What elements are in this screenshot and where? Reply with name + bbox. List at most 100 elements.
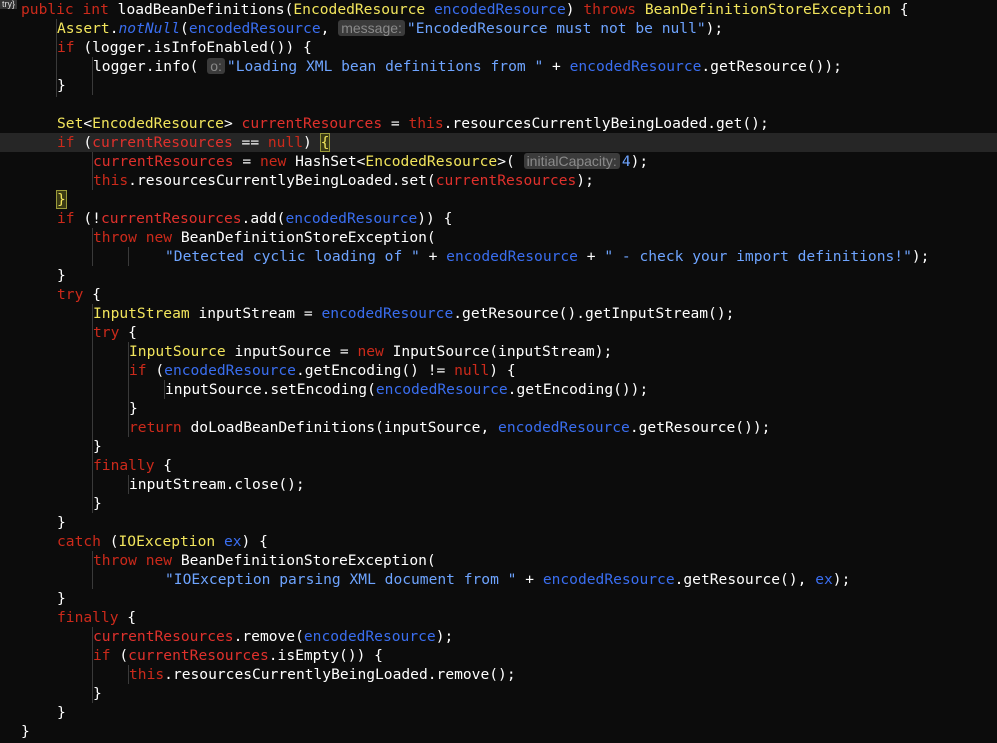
code-line[interactable]: if (!currentResources.add(encodedResourc… [0,209,997,228]
code-line[interactable]: logger.info( o: "Loading XML bean definit… [0,57,997,76]
code-token: } [93,685,102,702]
code-line-content: Assert.notNull(encodedResource, message:… [57,19,723,38]
code-line[interactable]: finally { [0,456,997,475]
code-token: if [57,134,84,151]
code-line[interactable]: if (currentResources == null) { [0,133,997,152]
code-line[interactable]: try { [0,285,997,304]
code-line-content: } [93,684,102,703]
code-token: ( [83,134,93,151]
code-token: } [57,514,66,531]
code-token: null [454,362,490,379]
code-token: ) [303,134,321,151]
code-token: == [241,134,268,151]
code-line[interactable]: currentResources = new HashSet<EncodedRe… [0,152,997,171]
parameter-hint: o: [207,58,225,74]
code-line[interactable]: this.resourcesCurrentlyBeingLoaded.set(c… [0,171,997,190]
code-line[interactable]: } [0,266,997,285]
code-line[interactable]: } [0,76,997,95]
code-token: currentResources [92,134,242,151]
code-line-content: logger.info( o: "Loading XML bean definit… [93,57,842,76]
code-token: "Detected cyclic loading of " [165,248,429,265]
code-token: notNull [118,20,181,37]
code-line-content: this.resourcesCurrentlyBeingLoaded.set(c… [93,171,594,190]
code-token: .isEmpty()) { [268,647,383,664]
code-line[interactable]: } [0,589,997,608]
parameter-hint: initialCapacity: [523,153,620,169]
code-line[interactable]: } [0,513,997,532]
code-line[interactable]: "IOException parsing XML document from "… [0,570,997,589]
code-line[interactable]: InputSource inputSource = new InputSourc… [0,342,997,361]
code-token: this [129,666,165,683]
code-token: BeanDefinitionStoreException [644,1,900,18]
code-token: = [242,153,260,170]
code-token: this [93,172,129,189]
code-token: if [57,39,84,56]
code-token: currentResources [93,153,243,170]
code-line[interactable]: throw new BeanDefinitionStoreException( [0,228,997,247]
code-line[interactable]: InputStream inputStream = encodedResourc… [0,304,997,323]
code-editor[interactable]: try} public int loadBeanDefinitions(Enco… [0,0,997,743]
code-line[interactable]: } [0,399,997,418]
code-line[interactable]: } [0,494,997,513]
code-line-content: "Detected cyclic loading of " + encodedR… [165,247,929,266]
code-token: encodedResource [569,58,702,75]
code-token: .getResource()); [629,419,771,436]
code-line[interactable]: } [0,684,997,703]
code-line[interactable]: inputSource.setEncoding(encodedResource.… [0,380,997,399]
code-token: encodedResource [303,628,436,645]
code-token: ); [630,153,649,170]
code-token: { [899,1,909,18]
code-token: throw new [93,552,181,569]
code-token: BeanDefinitionStoreException( [180,552,436,569]
code-line[interactable]: } [0,437,997,456]
code-line[interactable]: this.resourcesCurrentlyBeingLoaded.remov… [0,665,997,684]
code-token: currentResources [128,647,269,664]
code-line-content: throw new BeanDefinitionStoreException( [93,551,436,570]
code-line[interactable]: return doLoadBeanDefinitions(inputSource… [0,418,997,437]
code-line[interactable]: finally { [0,608,997,627]
code-token: public int [21,1,118,18]
code-token: .resourcesCurrentlyBeingLoaded.get(); [443,115,769,132]
code-token: encodedResource [498,419,630,436]
code-line[interactable]: } [0,703,997,722]
code-line-content: this.resourcesCurrentlyBeingLoaded.remov… [129,665,516,684]
code-line[interactable]: public int loadBeanDefinitions(EncodedRe… [0,0,997,19]
code-token: finally [57,609,128,626]
code-line[interactable]: throw new BeanDefinitionStoreException( [0,551,997,570]
code-line[interactable]: } [0,190,997,209]
parameter-hint: message: [338,20,405,36]
code-token: ( [180,20,189,37]
code-line[interactable]: catch (IOException ex) { [0,532,997,551]
code-line[interactable]: inputStream.close(); [0,475,997,494]
code-token: catch [57,533,110,550]
code-token: { [163,457,173,474]
code-line-content: } [57,76,66,95]
code-token: } [57,704,66,721]
code-line-content: Set<EncodedResource> currentResources = … [57,114,769,133]
code-line[interactable]: Set<EncodedResource> currentResources = … [0,114,997,133]
code-token: if [57,210,84,227]
code-token: "Loading XML bean definitions from " [226,58,553,75]
code-token: } [57,267,66,284]
code-line[interactable] [0,95,997,114]
code-line[interactable]: if (currentResources.isEmpty()) { [0,646,997,665]
code-line[interactable]: currentResources.remove(encodedResource)… [0,627,997,646]
code-line-content: } [57,589,66,608]
code-token: Set [57,115,84,132]
code-line[interactable]: if (logger.isInfoEnabled()) { [0,38,997,57]
code-token: encodedResource [188,20,321,37]
code-line[interactable]: Assert.notNull(encodedResource, message:… [0,19,997,38]
code-token: IOException [118,533,224,550]
code-line-content: } [57,703,66,722]
code-line[interactable]: if (encodedResource.getEncoding() != nul… [0,361,997,380]
code-token: (logger.isInfoEnabled()) { [83,39,312,56]
code-token: } [57,77,66,94]
code-token: InputStream [93,305,199,322]
code-line[interactable]: try { [0,323,997,342]
code-token: ( [109,533,119,550]
code-line[interactable]: "Detected cyclic loading of " + encodedR… [0,247,997,266]
code-line-content: finally { [93,456,172,475]
code-line[interactable]: } [0,722,997,741]
code-line-content: catch (IOException ex) { [57,532,268,551]
code-token: HashSet< [295,153,366,170]
